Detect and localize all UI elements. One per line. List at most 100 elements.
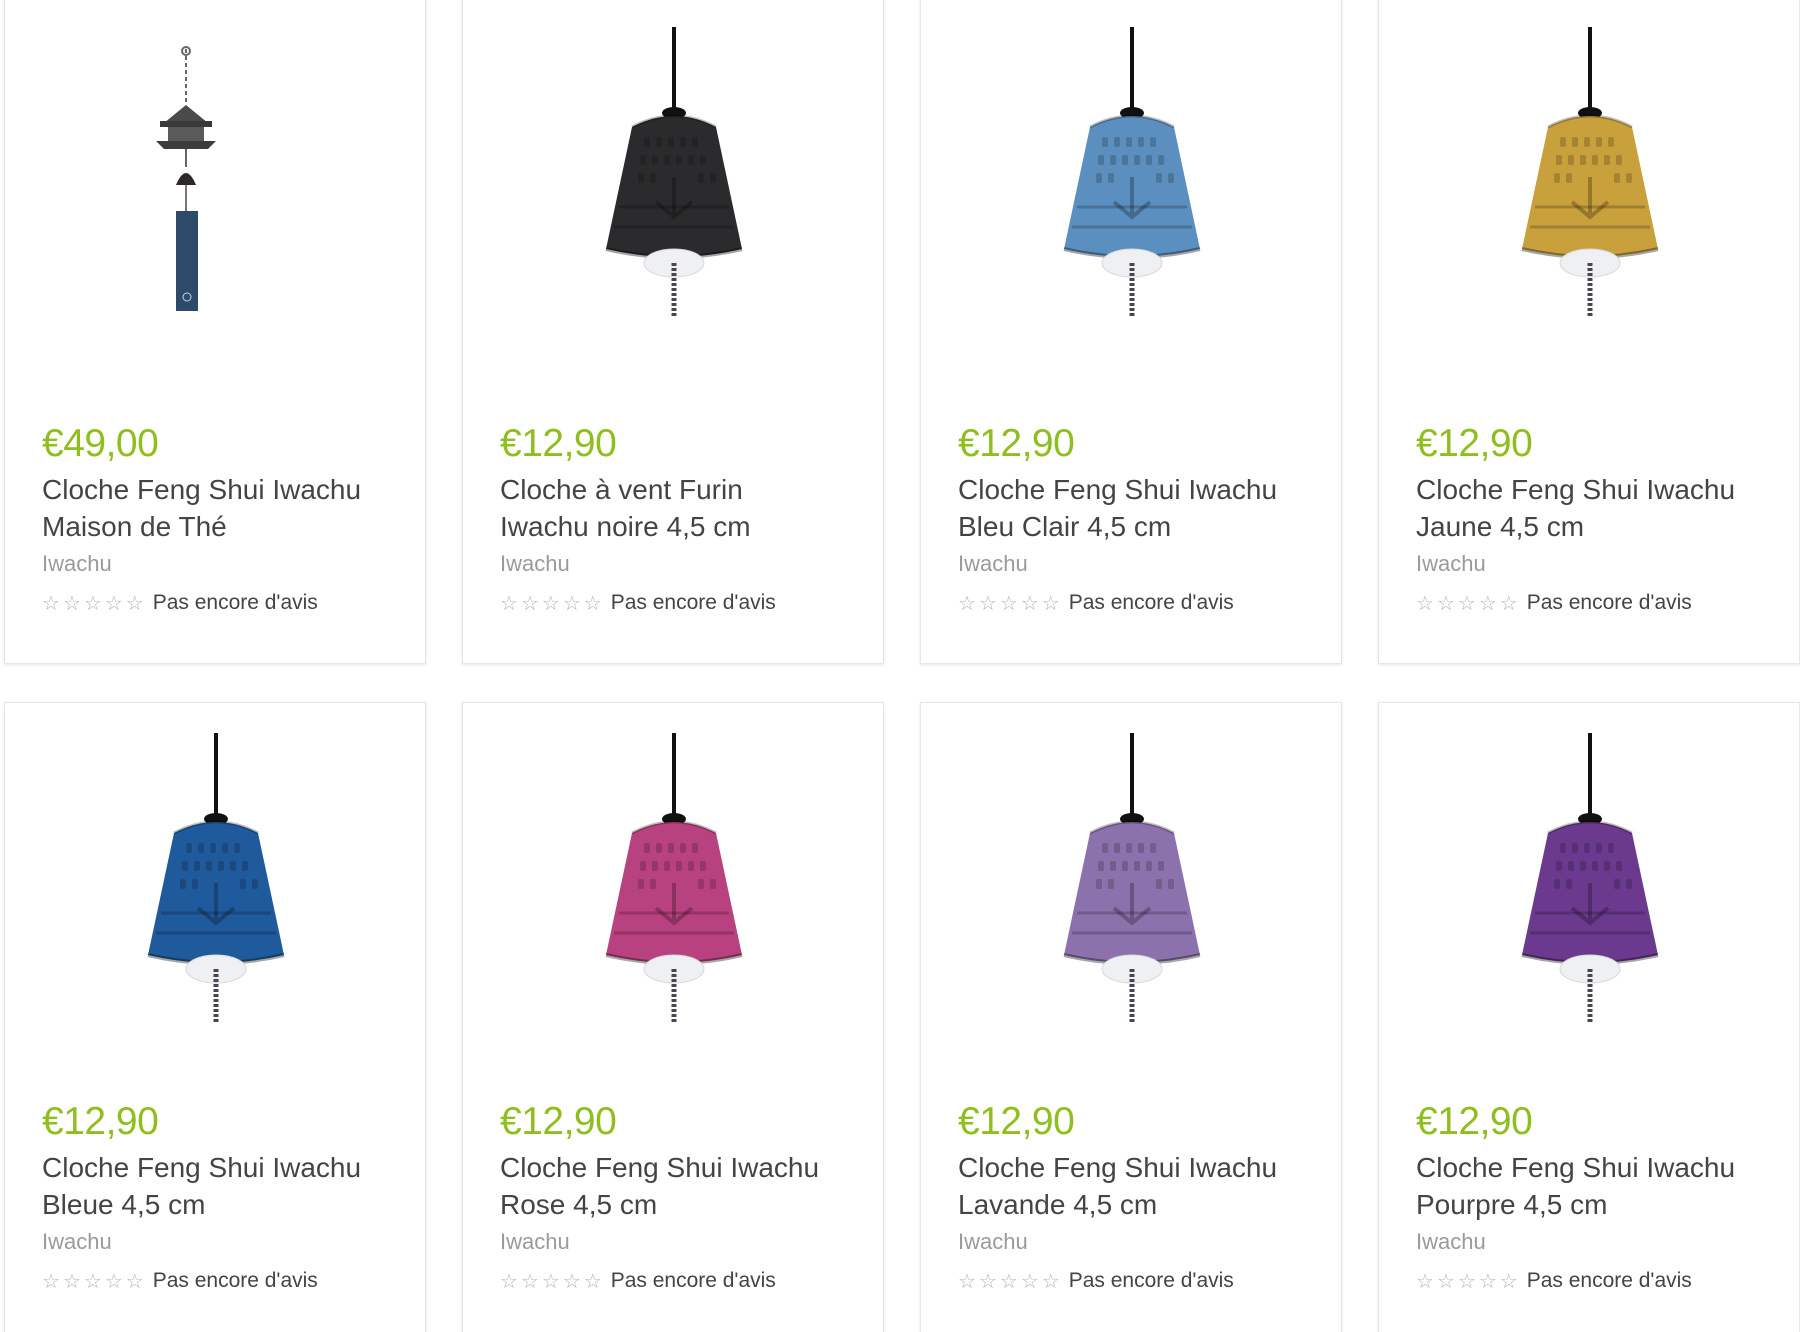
star-outline-icon: ☆ bbox=[83, 1269, 102, 1293]
star-outline-icon: ☆ bbox=[583, 591, 602, 615]
star-outline-icon: ☆ bbox=[500, 1269, 518, 1293]
star-outline-icon: ☆ bbox=[62, 1269, 81, 1293]
star-outline-icon: ☆ bbox=[583, 1269, 602, 1293]
product-info: €12,90 Cloche Feng Shui Iwachu Pourpre 4,… bbox=[1416, 1099, 1779, 1297]
product-card[interactable]: €12,90 Cloche Feng Shui Iwachu Bleu Clair… bbox=[920, 0, 1342, 664]
product-title-link[interactable]: Cloche Feng Shui Iwachu Rose 4,5 cm bbox=[500, 1149, 830, 1223]
product-rating: ☆ ☆ ☆ ☆ ☆ Pas encore d'avis bbox=[500, 1265, 863, 1297]
star-outline-icon: ☆ bbox=[1416, 1269, 1434, 1293]
rating-stars: ☆ ☆ ☆ ☆ ☆ bbox=[500, 1271, 602, 1291]
product-brand: Iwachu bbox=[42, 551, 112, 576]
star-outline-icon: ☆ bbox=[1457, 1269, 1476, 1293]
star-outline-icon: ☆ bbox=[999, 591, 1018, 615]
product-price: €49,00 bbox=[42, 422, 159, 465]
windchime-illustration bbox=[156, 46, 216, 311]
product-rating: ☆ ☆ ☆ ☆ ☆ Pas encore d'avis bbox=[500, 587, 863, 619]
product-brand: Iwachu bbox=[958, 551, 1028, 576]
product-info: €12,90 Cloche Feng Shui Iwachu Lavande 4,… bbox=[958, 1099, 1321, 1297]
product-grid: €49,00 Cloche Feng Shui Iwachu Maison de … bbox=[0, 0, 1800, 1332]
product-title-link[interactable]: Cloche Feng Shui Iwachu Bleue 4,5 cm bbox=[42, 1149, 372, 1223]
bell-illustration bbox=[605, 27, 743, 317]
product-title-link[interactable]: Cloche Feng Shui Iwachu Jaune 4,5 cm bbox=[1416, 471, 1746, 545]
bell-illustration bbox=[605, 733, 743, 1023]
bell-illustration bbox=[1521, 733, 1659, 1023]
star-outline-icon: ☆ bbox=[999, 1269, 1018, 1293]
star-outline-icon: ☆ bbox=[104, 1269, 123, 1293]
product-title-link[interactable]: Cloche Feng Shui Iwachu Bleu Clair 4,5 c… bbox=[958, 471, 1288, 545]
product-info: €12,90 Cloche Feng Shui Iwachu Bleu Clair… bbox=[958, 421, 1321, 619]
product-price: €12,90 bbox=[42, 1100, 159, 1143]
star-outline-icon: ☆ bbox=[104, 591, 123, 615]
bell-illustration bbox=[147, 733, 285, 1023]
star-outline-icon: ☆ bbox=[1041, 1269, 1060, 1293]
review-count-text: Pas encore d'avis bbox=[610, 1269, 776, 1292]
product-image[interactable] bbox=[1379, 0, 1799, 357]
rating-stars: ☆ ☆ ☆ ☆ ☆ bbox=[42, 593, 144, 613]
product-card[interactable]: €12,90 Cloche Feng Shui Iwachu Lavande 4,… bbox=[920, 702, 1342, 1332]
product-info: €12,90 Cloche Feng Shui Iwachu Bleue 4,5 … bbox=[42, 1099, 405, 1297]
product-image[interactable] bbox=[5, 703, 425, 1063]
product-image[interactable] bbox=[1379, 703, 1799, 1063]
star-outline-icon: ☆ bbox=[500, 591, 518, 615]
product-card[interactable]: €12,90 Cloche Feng Shui Iwachu Jaune 4,5 … bbox=[1378, 0, 1800, 664]
rating-stars: ☆ ☆ ☆ ☆ ☆ bbox=[1416, 593, 1518, 613]
product-price: €12,90 bbox=[500, 422, 617, 465]
star-outline-icon: ☆ bbox=[520, 1269, 539, 1293]
star-outline-icon: ☆ bbox=[125, 591, 144, 615]
product-price: €12,90 bbox=[1416, 1100, 1533, 1143]
star-outline-icon: ☆ bbox=[958, 591, 976, 615]
product-card[interactable]: €12,90 Cloche à vent Furin Iwachu noire 4… bbox=[462, 0, 884, 664]
product-title-link[interactable]: Cloche Feng Shui Iwachu Maison de Thé bbox=[42, 471, 372, 545]
product-image[interactable] bbox=[5, 0, 425, 357]
product-brand: Iwachu bbox=[1416, 1229, 1486, 1254]
product-card[interactable]: €49,00 Cloche Feng Shui Iwachu Maison de … bbox=[4, 0, 426, 664]
star-outline-icon: ☆ bbox=[541, 591, 560, 615]
product-brand: Iwachu bbox=[500, 1229, 570, 1254]
review-count-text: Pas encore d'avis bbox=[1526, 1269, 1692, 1292]
review-count-text: Pas encore d'avis bbox=[152, 1269, 318, 1292]
product-image[interactable] bbox=[463, 0, 883, 357]
product-price: €12,90 bbox=[500, 1100, 617, 1143]
star-outline-icon: ☆ bbox=[541, 1269, 560, 1293]
product-brand: Iwachu bbox=[42, 1229, 112, 1254]
product-card[interactable]: €12,90 Cloche Feng Shui Iwachu Pourpre 4,… bbox=[1378, 702, 1800, 1332]
bell-illustration bbox=[1521, 27, 1659, 317]
rating-stars: ☆ ☆ ☆ ☆ ☆ bbox=[958, 1271, 1060, 1291]
bell-illustration bbox=[1063, 27, 1201, 317]
star-outline-icon: ☆ bbox=[978, 1269, 997, 1293]
product-info: €12,90 Cloche Feng Shui Iwachu Rose 4,5 c… bbox=[500, 1099, 863, 1297]
review-count-text: Pas encore d'avis bbox=[1068, 591, 1234, 614]
product-price: €12,90 bbox=[958, 422, 1075, 465]
product-image[interactable] bbox=[921, 703, 1341, 1063]
review-count-text: Pas encore d'avis bbox=[152, 591, 318, 614]
product-image[interactable] bbox=[463, 703, 883, 1063]
star-outline-icon: ☆ bbox=[125, 1269, 144, 1293]
product-title-link[interactable]: Cloche à vent Furin Iwachu noire 4,5 cm bbox=[500, 471, 830, 545]
product-title-link[interactable]: Cloche Feng Shui Iwachu Pourpre 4,5 cm bbox=[1416, 1149, 1746, 1223]
review-count-text: Pas encore d'avis bbox=[610, 591, 776, 614]
product-card[interactable]: €12,90 Cloche Feng Shui Iwachu Rose 4,5 c… bbox=[462, 702, 884, 1332]
product-image[interactable] bbox=[921, 0, 1341, 357]
product-rating: ☆ ☆ ☆ ☆ ☆ Pas encore d'avis bbox=[958, 1265, 1321, 1297]
star-outline-icon: ☆ bbox=[1478, 591, 1497, 615]
bell-illustration bbox=[1063, 733, 1201, 1023]
product-price: €12,90 bbox=[958, 1100, 1075, 1143]
star-outline-icon: ☆ bbox=[958, 1269, 976, 1293]
star-outline-icon: ☆ bbox=[1478, 1269, 1497, 1293]
star-outline-icon: ☆ bbox=[1436, 1269, 1455, 1293]
star-outline-icon: ☆ bbox=[1416, 591, 1434, 615]
rating-stars: ☆ ☆ ☆ ☆ ☆ bbox=[1416, 1271, 1518, 1291]
star-outline-icon: ☆ bbox=[1020, 591, 1039, 615]
star-outline-icon: ☆ bbox=[978, 591, 997, 615]
product-brand: Iwachu bbox=[500, 551, 570, 576]
star-outline-icon: ☆ bbox=[62, 591, 81, 615]
product-brand: Iwachu bbox=[1416, 551, 1486, 576]
star-outline-icon: ☆ bbox=[83, 591, 102, 615]
star-outline-icon: ☆ bbox=[1499, 1269, 1518, 1293]
product-title-link[interactable]: Cloche Feng Shui Iwachu Lavande 4,5 cm bbox=[958, 1149, 1288, 1223]
product-info: €49,00 Cloche Feng Shui Iwachu Maison de … bbox=[42, 421, 405, 619]
product-price: €12,90 bbox=[1416, 422, 1533, 465]
product-card[interactable]: €12,90 Cloche Feng Shui Iwachu Bleue 4,5 … bbox=[4, 702, 426, 1332]
product-brand: Iwachu bbox=[958, 1229, 1028, 1254]
product-info: €12,90 Cloche Feng Shui Iwachu Jaune 4,5 … bbox=[1416, 421, 1779, 619]
